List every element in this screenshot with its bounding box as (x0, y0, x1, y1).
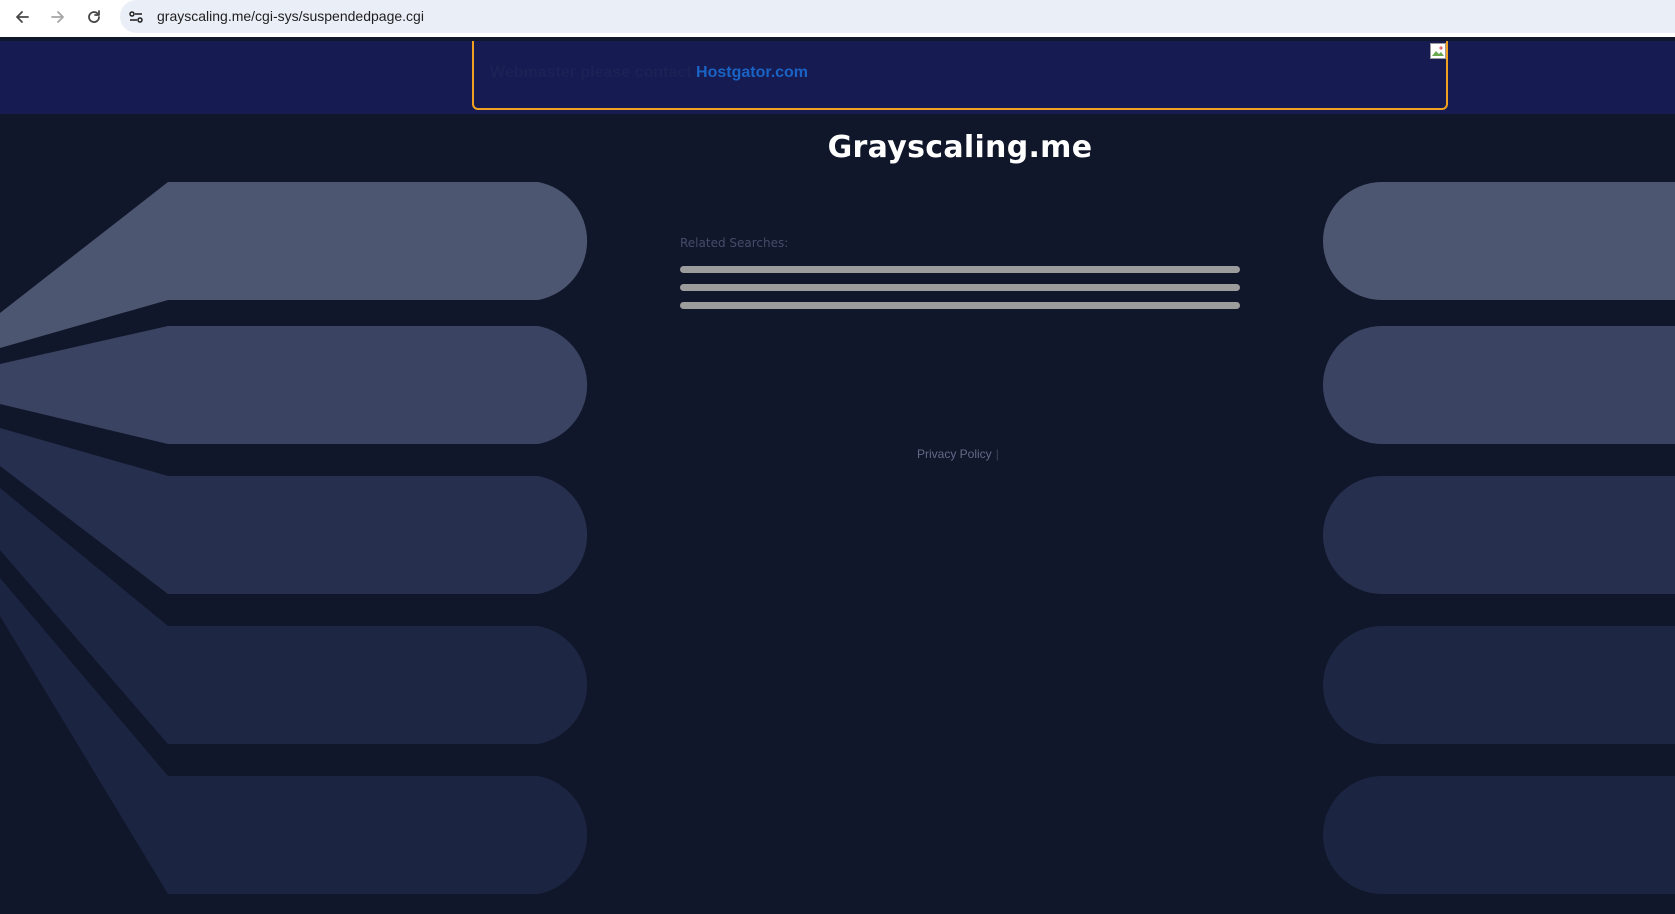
decor-right-shape-4 (1323, 626, 1675, 744)
footer-separator: | (995, 447, 999, 461)
forward-button[interactable] (41, 0, 75, 33)
banner-message: Webmaster please contact Hostgator.com (490, 64, 808, 82)
address-bar[interactable]: grayscaling.me/cgi-sys/suspendedpage.cgi (120, 0, 1675, 33)
decor-left-shape-1 (0, 182, 588, 348)
reload-button[interactable] (77, 0, 111, 33)
related-search-placeholder (680, 266, 1240, 273)
arrow-left-icon (16, 10, 29, 23)
decor-right-shape-1 (1323, 182, 1675, 300)
privacy-policy-link[interactable]: Privacy Policy (917, 447, 992, 461)
decor-right-shape-5 (1323, 776, 1675, 894)
hostgator-link[interactable]: Hostgator.com (696, 64, 808, 81)
related-searches-label: Related Searches: (680, 236, 789, 250)
related-search-placeholder (680, 302, 1240, 309)
banner-box: Webmaster please contact Hostgator.com (472, 41, 1448, 110)
related-search-placeholder (680, 284, 1240, 291)
site-settings-icon[interactable] (126, 7, 146, 27)
page-title: Grayscaling.me (827, 130, 1093, 165)
decor-right-shape-2 (1323, 326, 1675, 444)
reload-icon (88, 9, 100, 23)
decorative-background (0, 182, 1675, 894)
decor-left-shape-2 (0, 326, 588, 444)
back-button[interactable] (5, 0, 39, 33)
arrow-right-icon (51, 10, 64, 23)
suspension-banner: Webmaster please contact Hostgator.com (0, 41, 1675, 114)
broken-image-icon (1430, 43, 1446, 59)
browser-toolbar: grayscaling.me/cgi-sys/suspendedpage.cgi (0, 0, 1675, 37)
banner-prefix-text: Webmaster please contact (490, 64, 692, 81)
decor-right-shape-3 (1323, 476, 1675, 594)
url-text[interactable]: grayscaling.me/cgi-sys/suspendedpage.cgi (157, 8, 424, 24)
footer: Privacy Policy | (917, 447, 999, 461)
